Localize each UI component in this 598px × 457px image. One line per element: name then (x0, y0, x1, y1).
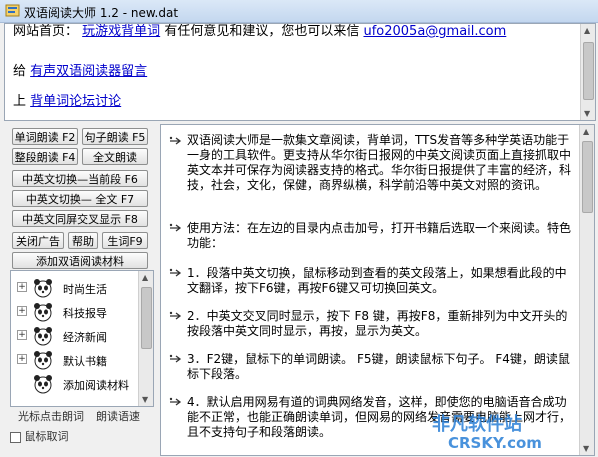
content-paragraph[interactable]: 双语阅读大师是一款集文章阅读，背单词，TTS发音等多种学英语功能于一身的工具软件… (187, 133, 577, 193)
content-paragraph[interactable]: 1．段落中英文切换，鼠标移动到查看的英文段落上，如果想看此段的中文翻译，按下F6… (187, 266, 577, 296)
full-read-button[interactable]: 全文朗读 (82, 148, 148, 165)
add-material-button[interactable]: 添加双语阅读材料 (12, 252, 148, 269)
paragraph-mark-icon[interactable] (169, 397, 183, 407)
crsky-watermark: 非凡软件站 CRSKY.com (432, 413, 542, 452)
tree-item-label: 时尚生活 (63, 283, 107, 296)
scroll-up-icon[interactable]: ▲ (142, 273, 148, 282)
window-title: 双语阅读大师 1.2 - new.dat (24, 6, 179, 20)
tree-item-label: 科技报导 (63, 307, 107, 320)
paragraph-mark-icon[interactable] (169, 223, 183, 233)
panda-icon (34, 303, 52, 322)
scrollbar-thumb[interactable] (583, 42, 594, 100)
game-words-link[interactable]: 玩游戏背单词 (82, 24, 160, 39)
toggle-current-paragraph-button[interactable]: 中英文切换—当前段 F6 (12, 170, 148, 187)
message-prefix: 给 (13, 64, 27, 79)
scroll-up-icon[interactable]: ▲ (583, 127, 589, 136)
options-panel: 光标点击朗词 朗读语速 鼠标取词 (10, 406, 152, 454)
read-speed-option[interactable]: 朗读语速 (96, 408, 140, 424)
contact-middle: 有任何意见和建议，您也可以来信 (164, 24, 360, 39)
catalog-tree: + 时尚生活 + 科技报导 + 经济新闻 + 默认书籍 添加阅读材料 ▲ ▼ (10, 270, 154, 407)
click-read-option[interactable]: 光标点击朗词 (18, 408, 84, 424)
content-paragraph[interactable]: 2．中英文交叉同时显示，按下 F8 键，再按F8，重新排列为中文开头的按段落中英… (187, 309, 577, 339)
mouse-lookup-checkbox[interactable] (10, 431, 21, 443)
close-ad-button[interactable]: 关闭广告 (12, 232, 64, 249)
help-button[interactable]: 帮助 (68, 232, 98, 249)
expand-icon[interactable]: + (17, 354, 27, 364)
scrollbar-thumb[interactable] (582, 141, 593, 213)
forum-line: 上 背单词论坛讨论 (13, 90, 121, 109)
info-frame: 网站首页： 玩游戏背单词 有任何意见和建议，您也可以来信 ufo2005a@gm… (4, 23, 596, 121)
contact-line: 网站首页： 玩游戏背单词 有任何意见和建议，您也可以来信 ufo2005a@gm… (13, 24, 506, 39)
expand-icon[interactable]: + (17, 282, 27, 292)
scroll-down-icon[interactable]: ▼ (142, 395, 148, 404)
paragraph-mark-icon[interactable] (169, 136, 183, 146)
info-scrollbar[interactable]: ▲ ▼ (580, 24, 595, 120)
tree-item-add-material[interactable]: 添加阅读材料 (11, 373, 139, 395)
app-icon (5, 4, 20, 17)
side-by-side-button[interactable]: 中英文同屏交叉显示 F8 (12, 210, 148, 227)
reading-pane[interactable]: 双语阅读大师是一款集文章阅读，背单词，TTS发音等多种学英语功能于一身的工具软件… (160, 124, 595, 456)
mouse-lookup-label: 鼠标取词 (24, 430, 69, 443)
content-paragraph[interactable]: 使用方法：在左边的目录内点击加号，打开书籍后选取一个来阅读。特色功能： (187, 221, 577, 251)
tree-scrollbar[interactable]: ▲ ▼ (138, 271, 153, 406)
paragraph-mark-icon[interactable] (169, 354, 183, 364)
toggle-full-text-button[interactable]: 中英文切换— 全文 F7 (12, 190, 148, 207)
title-bar: 双语阅读大师 1.2 - new.dat (0, 0, 598, 23)
content-paragraph[interactable]: 3．F2键，鼠标下的单词朗读。 F5键，朗读鼠标下句子。 F4键，朗读鼠标下段落… (187, 352, 577, 382)
expand-icon[interactable]: + (17, 330, 27, 340)
scroll-down-icon[interactable]: ▼ (584, 109, 590, 118)
scrollbar-thumb[interactable] (141, 287, 152, 349)
panda-icon (34, 351, 52, 370)
tree-item-label: 经济新闻 (63, 331, 107, 344)
paragraph-mark-icon[interactable] (169, 311, 183, 321)
email-link[interactable]: ufo2005a@gmail.com (363, 24, 506, 39)
tree-item-default-books[interactable]: + 默认书籍 (11, 349, 139, 371)
sentence-read-button[interactable]: 句子朗读 F5 (82, 128, 148, 145)
forum-prefix: 上 (13, 94, 27, 109)
scroll-up-icon[interactable]: ▲ (584, 26, 590, 35)
mouse-lookup-option[interactable]: 鼠标取词 (10, 428, 69, 444)
expand-icon[interactable]: + (17, 306, 27, 316)
new-words-button[interactable]: 生词F9 (102, 232, 148, 249)
panda-icon (34, 375, 52, 394)
tree-item-economy[interactable]: + 经济新闻 (11, 325, 139, 347)
paragraph-read-button[interactable]: 整段朗读 F4 (12, 148, 78, 165)
word-read-button[interactable]: 单词朗读 F2 (12, 128, 78, 145)
tree-item-tech[interactable]: + 科技报导 (11, 301, 139, 323)
paragraph-mark-icon[interactable] (169, 268, 183, 278)
watermark-bottom-text: CRSKY.com (448, 434, 542, 452)
panda-icon (34, 327, 52, 346)
content-scrollbar[interactable]: ▲ ▼ (579, 125, 594, 455)
watermark-top-text: 非凡软件站 (432, 413, 522, 435)
tree-item-fashion[interactable]: + 时尚生活 (11, 277, 139, 299)
forum-link[interactable]: 背单词论坛讨论 (30, 94, 121, 109)
guestbook-link[interactable]: 有声双语阅读器留言 (30, 64, 147, 79)
message-line: 给 有声双语阅读器留言 (13, 60, 147, 79)
tree-item-label: 默认书籍 (63, 355, 107, 368)
panda-icon (34, 279, 52, 298)
tree-item-label: 添加阅读材料 (63, 379, 129, 392)
contact-prefix: 网站首页： (13, 24, 79, 39)
